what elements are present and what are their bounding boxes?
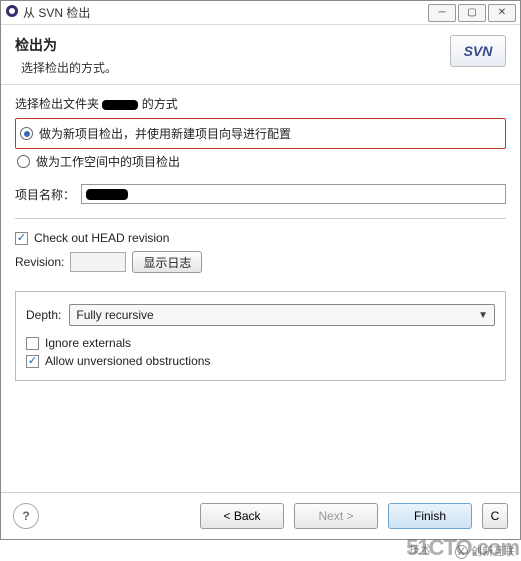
project-name-input[interactable] xyxy=(81,184,506,204)
ignore-externals-row[interactable]: Ignore externals xyxy=(26,334,495,352)
allow-unversioned-row[interactable]: Allow unversioned obstructions xyxy=(26,352,495,370)
divider xyxy=(15,218,506,219)
svn-logo: SVN xyxy=(450,35,506,67)
checkbox-allow-unversioned[interactable] xyxy=(26,355,39,368)
highlighted-option: 做为新项目检出，并使用新建项目向导进行配置 xyxy=(15,118,506,149)
radio-new-project-label: 做为新项目检出，并使用新建项目向导进行配置 xyxy=(39,125,291,142)
chevron-down-icon: ▼ xyxy=(478,310,488,321)
method-label: 选择检出文件夹 的方式 xyxy=(15,95,506,112)
page-title: 检出为 xyxy=(15,35,450,55)
finish-button[interactable]: Finish xyxy=(388,503,472,529)
minimize-button[interactable]: ─ xyxy=(428,4,456,22)
cancel-label: C xyxy=(491,509,500,523)
show-log-button[interactable]: 显示日志 xyxy=(132,251,202,273)
radio-workspace[interactable] xyxy=(17,155,30,168)
maximize-button[interactable]: ▢ xyxy=(458,4,486,22)
checkbox-head-revision[interactable] xyxy=(15,232,28,245)
depth-value: Fully recursive xyxy=(76,308,153,322)
project-name-row: 项目名称： xyxy=(15,184,506,204)
dialog-window: 从 SVN 检出 ─ ▢ ✕ 检出为 选择检出的方式。 SVN 选择检出文件夹 … xyxy=(0,0,521,540)
redacted-folder-name xyxy=(102,100,138,110)
method-label-prefix: 选择检出文件夹 xyxy=(15,97,99,111)
revision-input[interactable] xyxy=(70,252,126,272)
allow-unversioned-label: Allow unversioned obstructions xyxy=(45,354,210,368)
banner: 检出为 选择检出的方式。 SVN xyxy=(1,25,520,85)
revision-label: Revision: xyxy=(15,255,64,269)
radio-new-project-row[interactable]: 做为新项目检出，并使用新建项目向导进行配置 xyxy=(18,121,503,146)
cancel-button[interactable]: C xyxy=(482,503,508,529)
head-revision-label: Check out HEAD revision xyxy=(34,231,169,245)
radio-new-project[interactable] xyxy=(20,127,33,140)
back-button[interactable]: < Back xyxy=(200,503,284,529)
next-button[interactable]: Next > xyxy=(294,503,378,529)
depth-label: Depth: xyxy=(26,308,61,322)
finish-label: Finish xyxy=(414,509,446,523)
titlebar: 从 SVN 检出 ─ ▢ ✕ xyxy=(1,1,520,25)
footer: ? < Back Next > Finish C xyxy=(1,492,520,539)
app-icon xyxy=(5,4,19,21)
show-log-label: 显示日志 xyxy=(143,254,191,271)
watermark-sub: 技术 xyxy=(409,541,431,557)
ignore-externals-label: Ignore externals xyxy=(45,336,131,350)
depth-group: Depth: Fully recursive ▼ Ignore external… xyxy=(15,291,506,381)
window-title: 从 SVN 检出 xyxy=(23,4,426,21)
radio-workspace-label: 做为工作空间中的项目检出 xyxy=(36,153,180,170)
watermark-brand: X 创新互联 xyxy=(455,543,515,559)
depth-row: Depth: Fully recursive ▼ xyxy=(26,304,495,326)
content-area: 选择检出文件夹 的方式 做为新项目检出，并使用新建项目向导进行配置 做为工作空间… xyxy=(1,85,520,492)
window-controls: ─ ▢ ✕ xyxy=(426,4,516,22)
head-revision-row[interactable]: Check out HEAD revision xyxy=(15,229,506,247)
checkbox-ignore-externals[interactable] xyxy=(26,337,39,350)
revision-row: Revision: 显示日志 xyxy=(15,251,506,273)
method-label-suffix: 的方式 xyxy=(142,97,178,111)
redacted-project-name xyxy=(86,189,128,200)
depth-select[interactable]: Fully recursive ▼ xyxy=(69,304,495,326)
project-name-label: 项目名称： xyxy=(15,186,75,203)
back-label: < Back xyxy=(223,509,260,523)
close-button[interactable]: ✕ xyxy=(488,4,516,22)
next-label: Next > xyxy=(318,509,353,523)
radio-workspace-row[interactable]: 做为工作空间中的项目检出 xyxy=(15,149,506,174)
page-subtitle: 选择检出的方式。 xyxy=(21,59,450,76)
help-button[interactable]: ? xyxy=(13,503,39,529)
